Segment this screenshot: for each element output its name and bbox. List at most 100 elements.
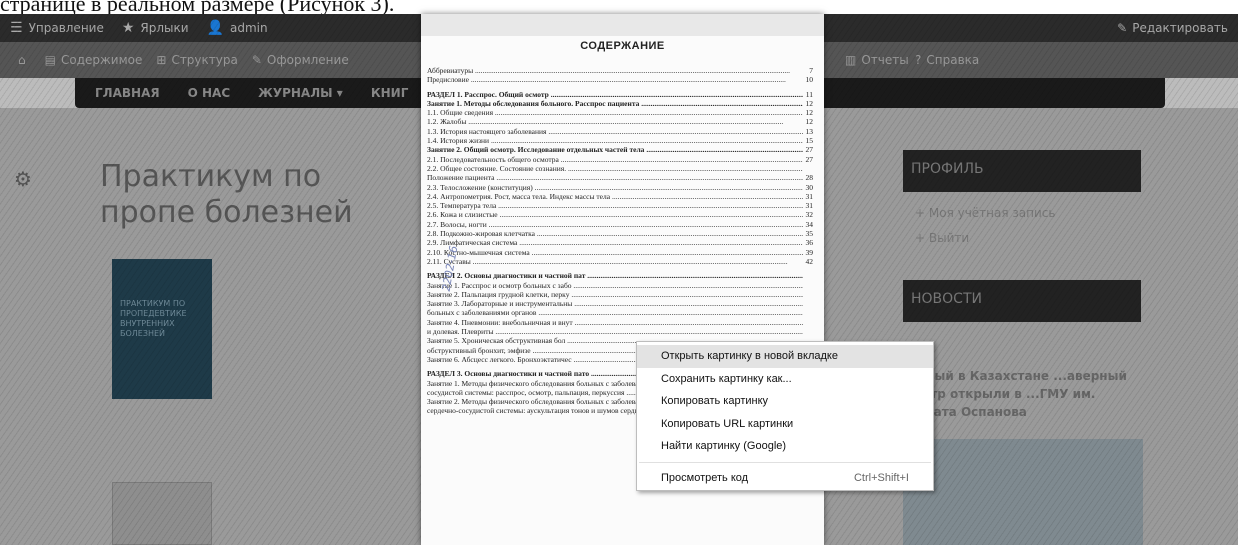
toc-line: 1.1. Общие сведения12 <box>427 108 819 118</box>
toolbar-edit[interactable]: ✎ Редактировать <box>1117 21 1228 35</box>
toc-line-text: 2.3. Телосложение (конституция) <box>427 183 803 192</box>
toc-line-text: 2.5. Температура тела <box>427 201 803 210</box>
toc-line: 1.2. Жалобы12 <box>427 117 819 127</box>
toc-line-text: Предисловие <box>427 75 803 84</box>
tab-appearance[interactable]: ✎ Оформление <box>252 53 349 67</box>
toc-line-text: Занятие 3. Лабораторные и инструментальн… <box>427 299 803 308</box>
profile-heading: ПРОФИЛЬ <box>903 150 1141 192</box>
news-text[interactable]: ...овый в Казахстане ...аверный центр от… <box>905 367 1145 421</box>
tab-appearance-label: Оформление <box>266 53 349 67</box>
book-thumbnail[interactable] <box>112 482 212 545</box>
tab-content[interactable]: ▤ Содержимое <box>45 53 143 67</box>
context-menu-item[interactable]: Копировать картинку <box>637 390 933 413</box>
context-menu-item-label: Копировать картинку <box>661 395 769 407</box>
toc-line-page: 36 <box>804 238 813 248</box>
toc-line: и долевая. Плевриты <box>427 327 819 336</box>
toc-line-text: РАЗДЕЛ 2. Основы диагностики и частной п… <box>427 271 803 280</box>
toc-top-edge <box>421 14 824 36</box>
reports-icon: ▥ <box>845 53 857 67</box>
toc-line: Занятие 2. Пальпация грудной клетки, пер… <box>427 290 819 299</box>
tab-help[interactable]: ? Справка <box>915 53 979 67</box>
toc-line: 2.1. Последовательность общего осмотра27 <box>427 154 819 164</box>
toc-line: 1.4. История жизни15 <box>427 136 819 146</box>
profile-link-account[interactable]: + Моя учётная запись <box>915 206 1055 220</box>
profile-link-logout[interactable]: + Выйти <box>915 231 969 245</box>
toc-line-text: 2.7. Волосы, ногти <box>427 220 803 229</box>
context-menu-item-label: Копировать URL картинки <box>661 417 794 430</box>
toc-line-text: Занятие 2. Пальпация грудной клетки, пер… <box>427 290 803 299</box>
toc-line-text: 1.3. История настоящего заболевания <box>427 127 803 136</box>
toc-line-page: 34 <box>804 219 813 230</box>
toolbar-user[interactable]: 👤 admin <box>207 20 268 36</box>
home-icon: ⌂ <box>18 53 26 67</box>
toc-line-text: 2.1. Последовательность общего осмотра <box>427 155 803 164</box>
toc-line: Занятие 1. Методы обследования больного.… <box>427 98 819 109</box>
toc-line-page: 31 <box>804 201 813 211</box>
tab-reports-label: Отчеты <box>861 53 909 67</box>
toc-line-text: 2.4. Антропометрия. Рост, масса тела. Ин… <box>427 192 803 201</box>
toc-line-page: 12 <box>804 108 813 118</box>
toc-line: Занятие 2. Общий осмотр. Исследование от… <box>427 145 819 155</box>
toc-line-text: 1.2. Жалобы <box>427 117 803 126</box>
page-title: Практикум по пропе болезней <box>100 159 353 230</box>
news-image[interactable] <box>903 439 1143 545</box>
gear-icon[interactable]: ⚙ <box>14 167 32 191</box>
help-icon: ? <box>915 53 922 67</box>
toc-line-page: 12 <box>804 98 813 109</box>
toc-line-page: 28 <box>804 173 813 183</box>
tab-reports[interactable]: ▥ Отчеты <box>845 53 909 67</box>
toc-line-text: 1.1. Общие сведения <box>427 108 803 117</box>
nav-books[interactable]: КНИГ <box>371 86 409 100</box>
nav-journals[interactable]: ЖУРНАЛЫ ▾ <box>258 86 343 100</box>
toc-line-text: 2.2. Общее состояние. Состояние сознания… <box>427 164 803 173</box>
toolbar-shortcuts[interactable]: ★ Ярлыки <box>122 20 189 36</box>
toc-line-text: Занятие 1. Методы обследования больного.… <box>427 99 803 108</box>
book-cover[interactable]: ПРАКТИКУМ ПО ПРОПЕДЕВТИКЕ ВНУТРЕННИХ БОЛ… <box>112 259 212 399</box>
toolbar-manage[interactable]: ☰ Управление <box>10 20 104 36</box>
context-menu-item-label: Сохранить картинку как... <box>661 372 792 385</box>
toc-line: Занятие 3. Лабораторные и инструментальн… <box>427 299 819 308</box>
screenshot-stage: странице в реальном размере (Рисунок 3).… <box>0 0 1238 545</box>
tab-structure[interactable]: ⊞ Структура <box>156 53 237 67</box>
toc-line-text: 2.11. Суставы <box>427 257 803 266</box>
context-menu-item[interactable]: Сохранить картинку как... <box>637 368 933 391</box>
toc-line-text: 2.9. Лимфатическая система <box>427 238 803 247</box>
toc-line: 1.3. История настоящего заболевания13 <box>427 126 819 137</box>
toc-line-text: Аббревиатуры <box>427 66 803 75</box>
structure-icon: ⊞ <box>156 53 167 67</box>
toc-line: 2.10. Костно-мышечная система39 <box>427 247 819 257</box>
toc-line-text: Занятие 4. Пневмонии: внебольничная и вн… <box>427 318 803 327</box>
toc-line: 2.2. Общее состояние. Состояние сознания… <box>427 164 819 173</box>
tab-home[interactable]: ⌂ <box>18 53 31 67</box>
star-icon: ★ <box>121 20 135 36</box>
toc-line-text: Занятие 2. Общий осмотр. Исследование от… <box>427 145 803 154</box>
toc-line: 2.4. Антропометрия. Рост, масса тела. Ин… <box>427 191 819 202</box>
toc-line-text: 2.8. Подкожно-жировая клетчатка <box>427 229 803 238</box>
toc-line-page: 31 <box>804 191 813 202</box>
nav-home[interactable]: ГЛАВНАЯ <box>95 86 160 100</box>
toc-line-page: 32 <box>804 210 813 220</box>
toc-line-text: и долевая. Плевриты <box>427 327 803 336</box>
news-heading: НОВОСТИ <box>903 280 1141 322</box>
pencil-icon: ✎ <box>1117 21 1128 35</box>
context-menu-item[interactable]: Найти картинку (Google) <box>637 435 933 458</box>
context-menu-inspect[interactable]: Просмотреть код Ctrl+Shift+I <box>637 467 933 490</box>
toc-line: Предисловие10 <box>427 75 819 85</box>
context-menu: Открыть картинку в новой вкладке Сохранит… <box>636 341 934 491</box>
toc-line: 2.7. Волосы, ногти34 <box>427 219 819 230</box>
toc-line-text: РАЗДЕЛ 1. Расспрос. Общий осмотр <box>427 90 803 99</box>
tab-help-label: Справка <box>926 53 980 67</box>
toc-line-page: 13 <box>804 126 813 137</box>
context-menu-item[interactable]: Открыть картинку в новой вкладке <box>637 345 933 368</box>
tab-structure-label: Структура <box>171 53 238 67</box>
nav-about[interactable]: О НАС <box>188 86 231 100</box>
book-cover-text: ПРАКТИКУМ ПО ПРОПЕДЕВТИКЕ ВНУТРЕННИХ БОЛ… <box>120 299 187 338</box>
toc-line-page: 30 <box>804 182 813 192</box>
toc-line: 2.5. Температура тела31 <box>427 201 819 211</box>
context-menu-item[interactable]: Копировать URL картинки <box>637 413 933 436</box>
toolbar-edit-label: Редактировать <box>1132 21 1228 35</box>
context-menu-inspect-shortcut: Ctrl+Shift+I <box>853 471 909 484</box>
toc-line-page: 15 <box>804 136 813 146</box>
toc-line: 2.9. Лимфатическая система36 <box>427 238 819 248</box>
toc-line-page: 35 <box>804 229 813 239</box>
